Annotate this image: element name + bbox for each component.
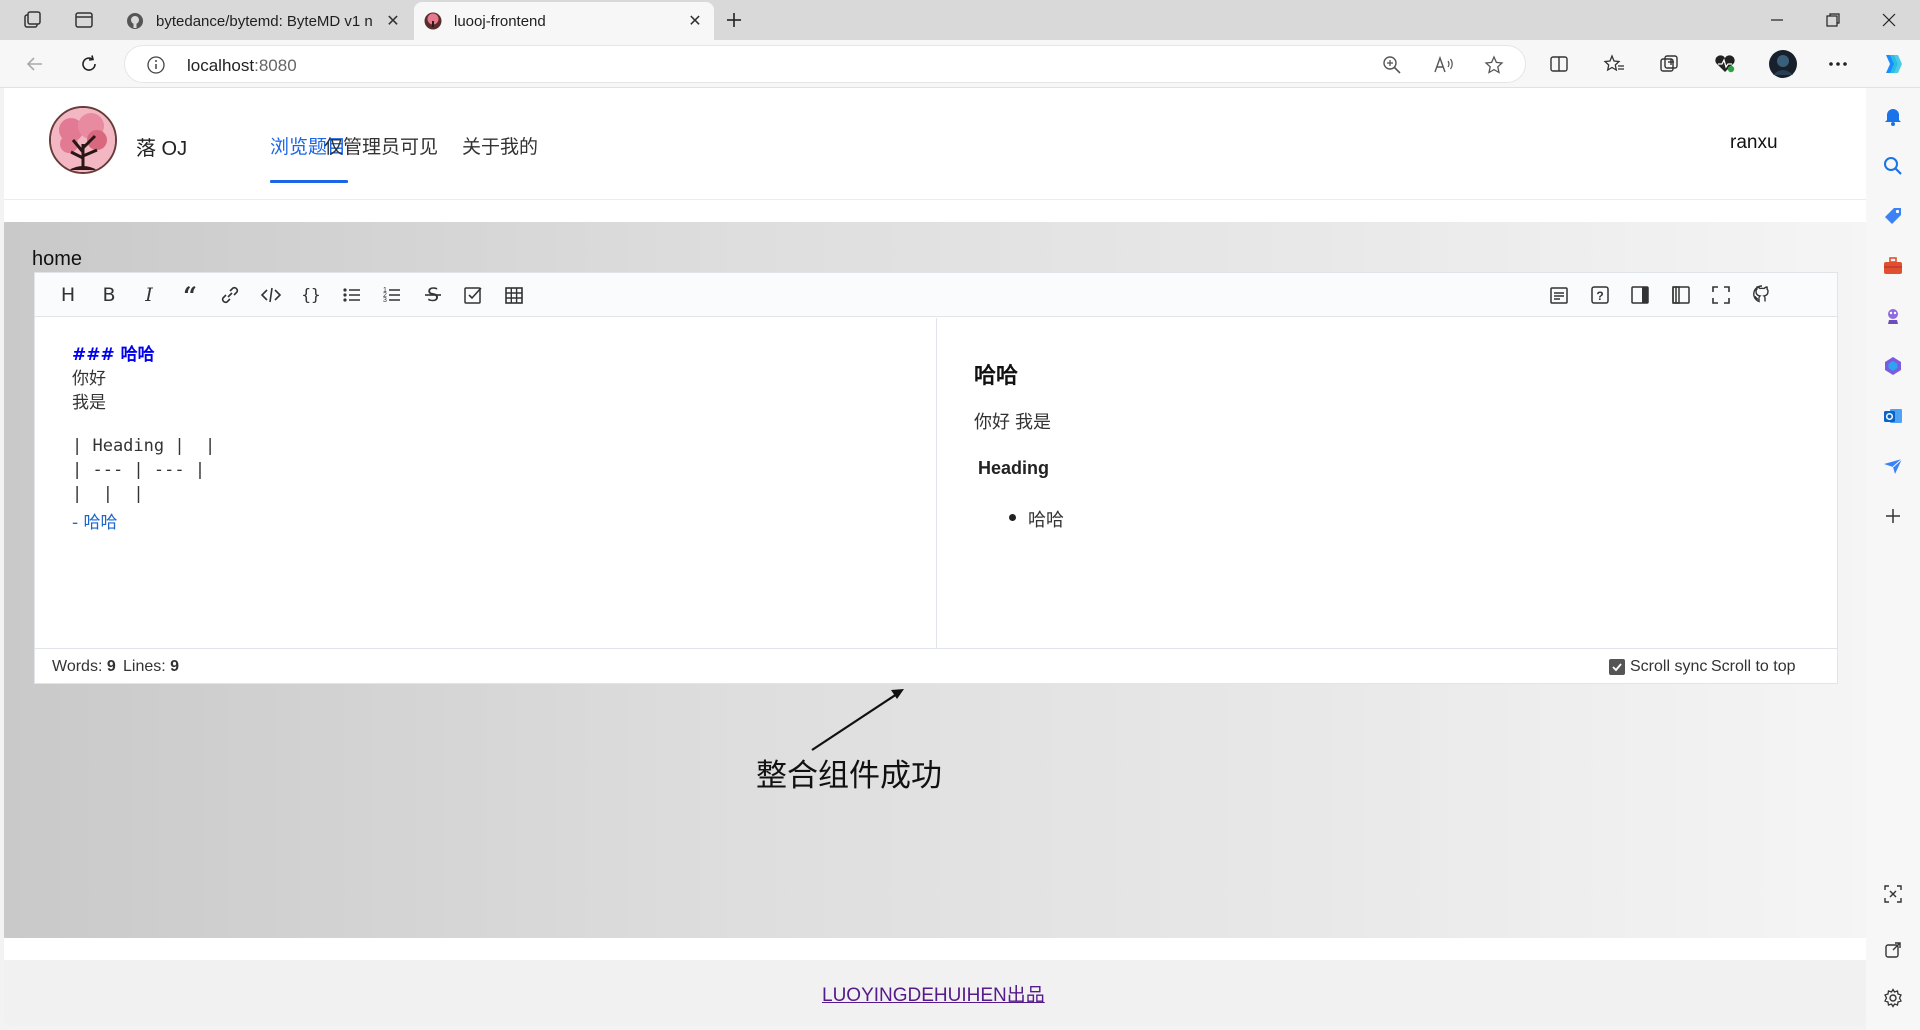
new-tab-icon[interactable] [720,6,748,34]
browser-tab-bar: bytedance/bytemd: ByteMD v1 n ✕ luooj-fr… [0,0,1920,40]
tab-actions-icon[interactable] [70,6,98,34]
tab-title: luooj-frontend [454,12,546,30]
preview-list-item: 哈哈 [1028,510,1064,530]
close-window-icon[interactable] [1862,0,1916,40]
site-header: 落 OJ 浏览题目 仅管理员可见 关于我的 ranxu [4,88,1866,200]
browser-sidebar [1866,88,1920,1030]
screenshot-icon[interactable] [1879,880,1907,908]
close-tab-icon[interactable]: ✕ [686,11,704,31]
minimize-icon[interactable] [1750,0,1804,40]
active-menu-indicator [270,180,348,183]
collections-icon[interactable] [1655,50,1683,78]
browser-address-bar: localhost:8080 [0,40,1920,88]
scroll-to-top-button[interactable]: Scroll to top [1711,658,1795,676]
svg-text:?: ? [1596,289,1603,303]
outlook-icon[interactable] [1879,402,1907,430]
notifications-bell-icon[interactable] [1879,102,1907,130]
games-icon[interactable] [1879,302,1907,330]
page-viewport: 落 OJ 浏览题目 仅管理员可见 关于我的 ranxu home H B I “{} 1… [4,88,1866,1026]
tab-title: bytedance/bytemd: ByteMD v1 n [156,12,373,30]
refresh-icon[interactable] [74,49,104,79]
user-name[interactable]: ranxu [1730,132,1778,154]
preview-only-icon[interactable] [1628,283,1652,307]
browser-essentials-icon[interactable] [1711,50,1739,78]
content-area: home H B I “{} 1 2 3 S? ### 哈哈 你好 我是 | Heading … [4,222,1866,938]
tab-luooj-frontend[interactable]: luooj-frontend ✕ [414,2,714,40]
split-screen-icon[interactable] [1545,50,1573,78]
microsoft-365-icon[interactable] [1879,352,1907,380]
site-brand[interactable]: 落 OJ [136,132,187,161]
copilot-icon[interactable] [1878,50,1906,78]
url-text: localhost:8080 [187,56,297,75]
editor-preview-pane: 哈哈 你好 我是 Heading 哈哈 [938,318,1837,648]
favorite-star-icon[interactable] [1481,52,1507,78]
menu-admin-only[interactable]: 仅管理员可见 [324,132,438,159]
back-icon[interactable] [20,49,50,79]
list-bullet [1009,514,1016,521]
site-info-icon[interactable] [143,52,169,78]
footer-link[interactable]: LUOYINGDEHUIHEN出品 [822,980,1045,1007]
tools-briefcase-icon[interactable] [1879,252,1907,280]
send-drop-icon[interactable] [1879,452,1907,480]
toc-icon[interactable] [1547,283,1571,307]
site-favicon-icon [424,12,442,30]
profile-avatar[interactable] [1768,49,1798,79]
add-sidebar-app-icon[interactable] [1879,502,1907,530]
site-logo[interactable] [49,106,117,174]
zoom-icon[interactable] [1379,52,1405,78]
settings-gear-icon[interactable] [1879,984,1907,1012]
favorites-icon[interactable] [1600,50,1628,78]
open-external-icon[interactable] [1879,936,1907,964]
github-icon[interactable] [1750,283,1774,307]
github-icon [126,12,144,30]
more-menu-icon[interactable] [1824,50,1852,78]
scroll-sync-checkbox[interactable] [1609,659,1625,675]
site-footer: LUOYINGDEHUIHEN出品 [4,960,1866,1026]
annotation-text: 整合组件成功 [756,758,942,794]
tab-bytemd-github[interactable]: bytedance/bytemd: ByteMD v1 n ✕ [116,2,412,40]
close-tab-icon[interactable]: ✕ [384,11,402,31]
fullscreen-icon[interactable] [1709,283,1733,307]
url-bar[interactable]: localhost:8080 [124,45,1526,83]
restore-icon[interactable] [1806,0,1860,40]
scroll-sync-label[interactable]: Scroll sync [1630,658,1707,676]
menu-about-me[interactable]: 关于我的 [462,132,538,159]
workspaces-icon[interactable] [18,6,46,34]
search-icon[interactable] [1879,152,1907,180]
write-only-icon[interactable] [1669,283,1693,307]
annotation-arrow [811,689,904,751]
shopping-tag-icon[interactable] [1879,202,1907,230]
help-icon[interactable]: ? [1588,283,1612,307]
read-aloud-icon[interactable] [1431,52,1457,78]
